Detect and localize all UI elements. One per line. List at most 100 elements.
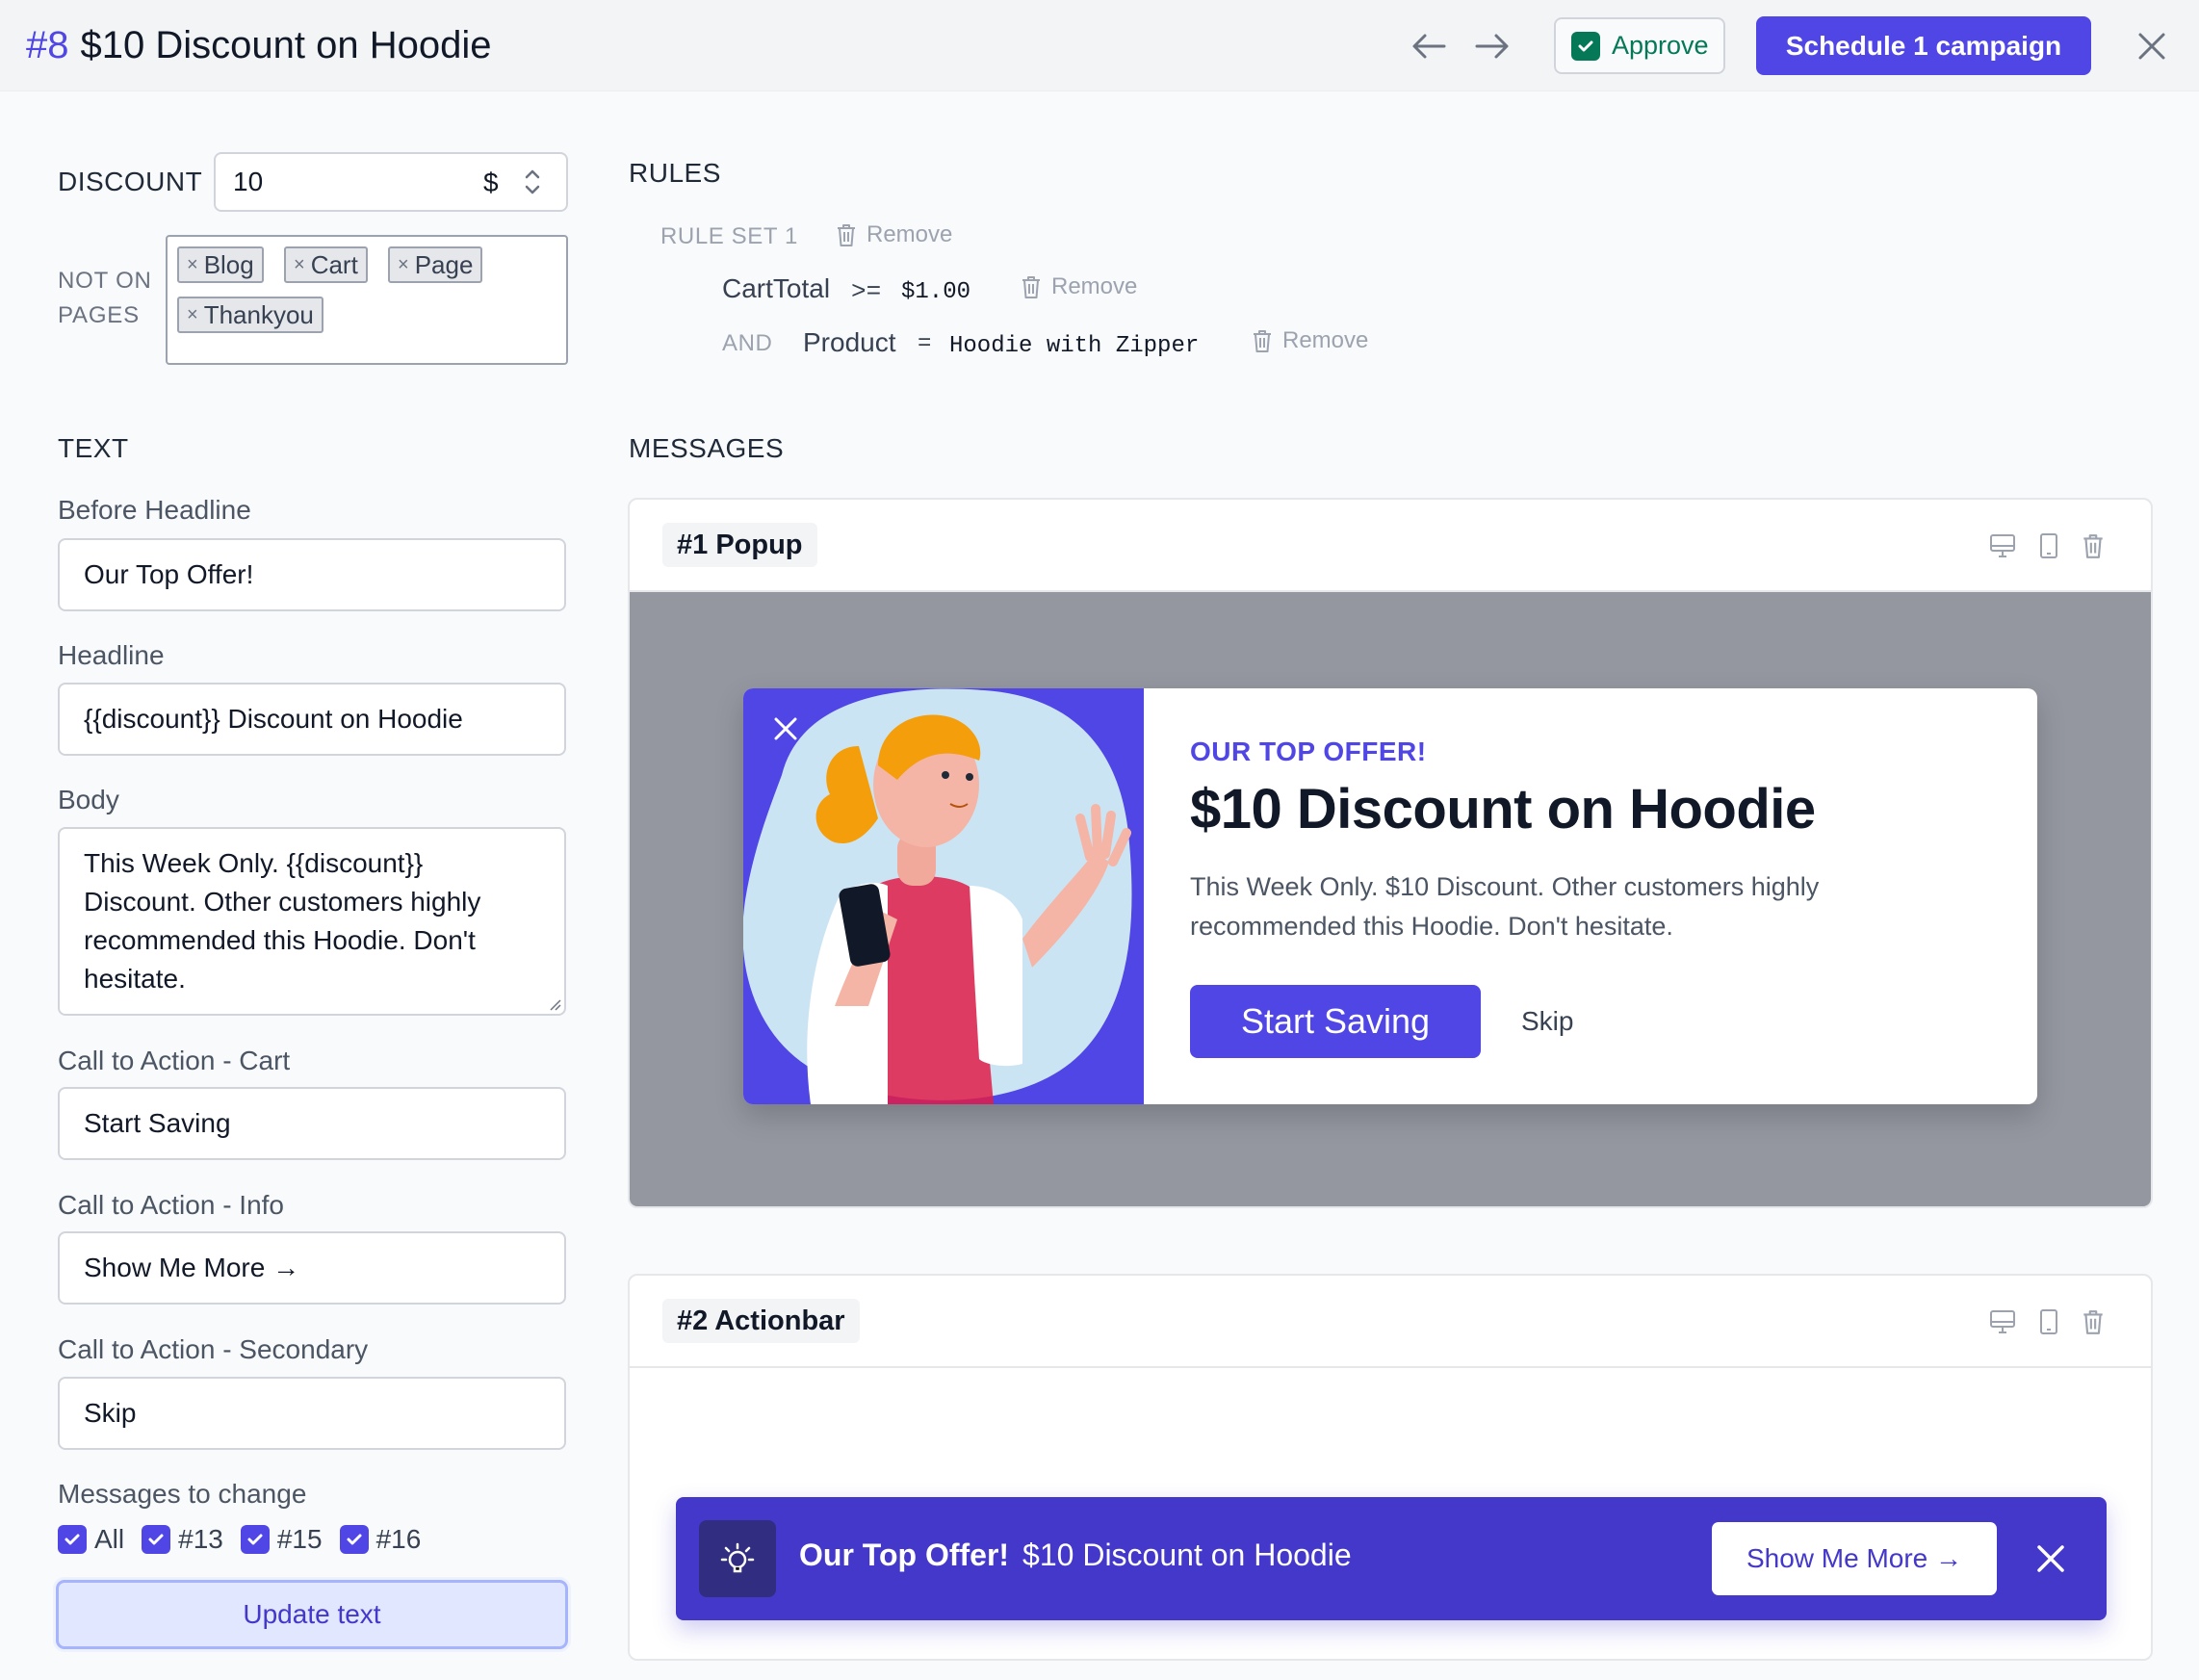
message-card-popup: #1 Popup OUR TOP OFFER! $10 Discount on …: [628, 498, 2153, 1208]
discount-input[interactable]: 10 $: [214, 152, 568, 212]
popup-skip-link[interactable]: Skip: [1521, 1006, 1573, 1037]
woman-with-phone-illustration: [743, 688, 1132, 1104]
header-bar: #8 $10 Discount on Hoodie Approve Schedul…: [0, 0, 2199, 91]
excluded-pages-input[interactable]: × Blog × Cart × Page × Thankyou: [166, 235, 568, 365]
messages-section-title: MESSAGES: [629, 433, 785, 463]
before-headline-field[interactable]: Our Top Offer!: [58, 538, 566, 611]
popup-preview: OUR TOP OFFER! $10 Discount on Hoodie Th…: [743, 688, 2037, 1104]
message-tag: #1 Popup: [662, 523, 817, 567]
page-tag[interactable]: × Page: [388, 246, 483, 283]
popup-headline: $10 Discount on Hoodie: [1190, 778, 1816, 840]
actionbar-preview: Our Top Offer! $10 Discount on Hoodie Sho…: [676, 1497, 2107, 1620]
close-icon[interactable]: [2135, 30, 2168, 63]
trash-icon[interactable]: [2082, 1308, 2105, 1335]
schedule-campaign-button[interactable]: Schedule 1 campaign: [1756, 16, 2091, 75]
body-label: Body: [58, 785, 119, 814]
actionbar-message: $10 Discount on Hoodie: [1022, 1538, 1352, 1572]
stepper-icon[interactable]: [522, 166, 543, 198]
page-title: #8 $10 Discount on Hoodie: [26, 23, 491, 67]
update-text-button[interactable]: Update text: [56, 1580, 568, 1649]
card-actions: [1989, 1308, 2105, 1335]
approve-button[interactable]: Approve: [1554, 17, 1725, 74]
message-checkbox-16[interactable]: #16: [339, 1524, 421, 1555]
card-header: #1 Popup: [630, 500, 2151, 592]
popup-cta-button[interactable]: Start Saving: [1190, 985, 1481, 1058]
remove-tag-icon[interactable]: ×: [398, 254, 409, 276]
rule-set-label: RULE SET 1: [660, 223, 798, 249]
trash-icon[interactable]: [2082, 532, 2105, 559]
campaign-title: $10 Discount on Hoodie: [80, 24, 492, 66]
popup-preview-stage: OUR TOP OFFER! $10 Discount on Hoodie Th…: [630, 592, 2151, 1206]
body-textarea[interactable]: This Week Only. {{discount}} Discount. O…: [58, 827, 566, 1016]
messages-to-change-label: Messages to change: [58, 1479, 307, 1509]
remove-tag-icon[interactable]: ×: [187, 254, 198, 276]
message-tag: #2 Actionbar: [662, 1299, 860, 1343]
card-actions: [1989, 532, 2105, 559]
close-icon[interactable]: [2035, 1543, 2066, 1574]
messages-checkbox-group: All #13 #15 #16: [58, 1524, 421, 1555]
discount-value: 10: [233, 167, 264, 196]
popup-body: This Week Only. $10 Discount. Other cust…: [1190, 872, 1820, 941]
lightbulb-icon: [699, 1520, 776, 1597]
remove-rule-2-button[interactable]: Remove: [1252, 327, 1368, 354]
rule-2-field[interactable]: Product: [803, 327, 896, 358]
rule-1-value[interactable]: $1.00: [901, 279, 970, 305]
check-icon[interactable]: [142, 1525, 171, 1554]
arrow-right-icon[interactable]: [1473, 27, 1512, 65]
not-on-pages-label: NOT ON PAGES: [58, 268, 152, 328]
remove-rule-1-button[interactable]: Remove: [1021, 273, 1137, 300]
page-tag[interactable]: × Cart: [284, 246, 368, 283]
message-checkbox-13[interactable]: #13: [142, 1524, 223, 1555]
text-section-title: TEXT: [58, 433, 129, 463]
card-header: #2 Actionbar: [630, 1276, 2151, 1368]
mobile-icon[interactable]: [2039, 533, 2058, 558]
message-card-actionbar: #2 Actionbar Our Top Offer! $10 Discount …: [628, 1274, 2153, 1661]
cta-cart-label: Call to Action - Cart: [58, 1046, 291, 1075]
before-headline-label: Before Headline: [58, 495, 251, 525]
approve-label: Approve: [1612, 31, 1709, 60]
rule-1-operator[interactable]: >=: [851, 277, 881, 306]
message-checkbox-all[interactable]: All: [58, 1524, 124, 1555]
body-text: This Week Only. {{discount}} Discount. O…: [84, 848, 481, 994]
cta-info-field[interactable]: Show Me More →: [58, 1231, 566, 1305]
remove-tag-icon[interactable]: ×: [294, 254, 305, 276]
rule-2-conjunction: AND: [722, 330, 773, 356]
headline-label: Headline: [58, 640, 165, 670]
arrow-left-icon[interactable]: [1410, 27, 1448, 65]
campaign-number: #8: [26, 24, 69, 66]
check-icon: [1571, 31, 1600, 61]
discount-unit: $: [483, 168, 499, 197]
desktop-icon[interactable]: [1989, 1309, 2016, 1334]
popup-eyebrow: OUR TOP OFFER!: [1190, 737, 1427, 766]
rules-section-title: RULES: [629, 158, 721, 188]
headline-field[interactable]: {{discount}} Discount on Hoodie: [58, 683, 566, 756]
popup-illustration: [743, 688, 1144, 1104]
check-icon[interactable]: [58, 1525, 87, 1554]
trash-icon: [1254, 330, 1271, 352]
rule-1-field[interactable]: CartTotal: [722, 273, 830, 304]
remove-rule-set-button[interactable]: Remove: [836, 221, 952, 248]
cta-cart-field[interactable]: Start Saving: [58, 1087, 566, 1160]
actionbar-text: Our Top Offer! $10 Discount on Hoodie: [799, 1538, 1352, 1573]
discount-label: DISCOUNT: [58, 167, 203, 196]
resize-handle-icon[interactable]: [548, 997, 561, 1011]
mobile-icon[interactable]: [2039, 1309, 2058, 1334]
actionbar-preview-stage: Our Top Offer! $10 Discount on Hoodie Sho…: [630, 1368, 2151, 1659]
check-icon[interactable]: [240, 1525, 270, 1554]
rule-2-operator[interactable]: =: [918, 331, 931, 357]
rule-2-value[interactable]: Hoodie with Zipper: [949, 333, 1199, 359]
remove-tag-icon[interactable]: ×: [187, 304, 198, 326]
page-tag[interactable]: × Thankyou: [177, 297, 323, 333]
check-icon[interactable]: [339, 1525, 369, 1554]
cta-secondary-label: Call to Action - Secondary: [58, 1334, 369, 1364]
cta-secondary-field[interactable]: Skip: [58, 1377, 566, 1450]
cta-info-label: Call to Action - Info: [58, 1190, 285, 1220]
trash-icon: [838, 224, 855, 246]
actionbar-lead: Our Top Offer!: [799, 1538, 1010, 1572]
page-tag[interactable]: × Blog: [177, 246, 264, 283]
message-checkbox-15[interactable]: #15: [240, 1524, 323, 1555]
actionbar-cta-button[interactable]: Show Me More →: [1712, 1522, 1997, 1595]
close-icon[interactable]: [772, 715, 799, 742]
trash-icon: [1022, 276, 1040, 298]
desktop-icon[interactable]: [1989, 533, 2016, 558]
